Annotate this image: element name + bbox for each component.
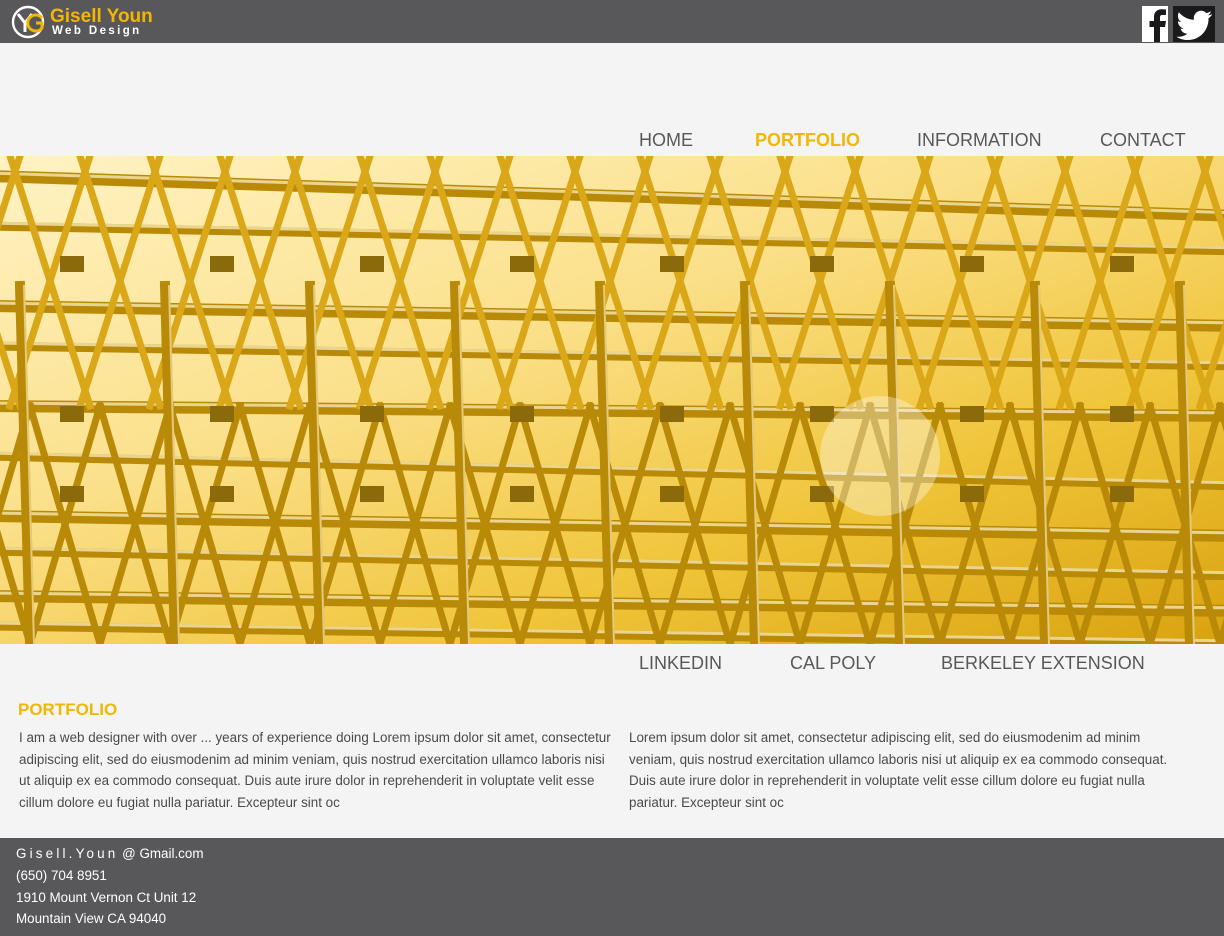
nav-information[interactable]: INFORMATION (917, 129, 1042, 151)
nav-contact[interactable]: CONTACT (1100, 129, 1186, 151)
brand-name: Gisell Youn (50, 6, 153, 27)
truss-illustration (0, 156, 1224, 644)
top-bar: Gisell Youn Web Design (0, 0, 1224, 43)
email-user: Gisell.Youn (16, 846, 119, 861)
logo-mark-icon (11, 5, 45, 39)
link-linkedin[interactable]: LINKEDIN (639, 652, 722, 674)
footer: Gisell.Youn @ Gmail.com (650) 704 8951 1… (0, 838, 1224, 936)
footer-address-line2: Mountain View CA 94040 (16, 911, 167, 926)
secondary-text: Lorem ipsum dolor sit amet, consectetur … (629, 730, 1168, 810)
intro-text: I am a web designer with over ... years … (19, 730, 611, 810)
facebook-icon[interactable] (1142, 6, 1168, 43)
nav-portfolio[interactable]: PORTFOLIO (755, 129, 860, 151)
email-domain: @ Gmail.com (118, 846, 204, 861)
link-berkeley-extension[interactable]: BERKELEY EXTENSION (941, 652, 1145, 674)
twitter-icon[interactable] (1173, 6, 1215, 42)
section-title: PORTFOLIO (18, 700, 118, 719)
link-cal-poly[interactable]: CAL POLY (790, 652, 876, 674)
footer-email[interactable]: Gisell.Youn @ Gmail.com (16, 845, 203, 863)
footer-address-line1: 1910 Mount Vernon Ct Unit 12 (16, 890, 197, 905)
hero-image (0, 156, 1224, 644)
brand-tagline: Web Design (52, 25, 142, 37)
nav-home[interactable]: HOME (639, 129, 693, 151)
footer-phone: (650) 704 8951 (16, 868, 107, 883)
logo[interactable]: Gisell Youn Web Design (11, 5, 161, 39)
